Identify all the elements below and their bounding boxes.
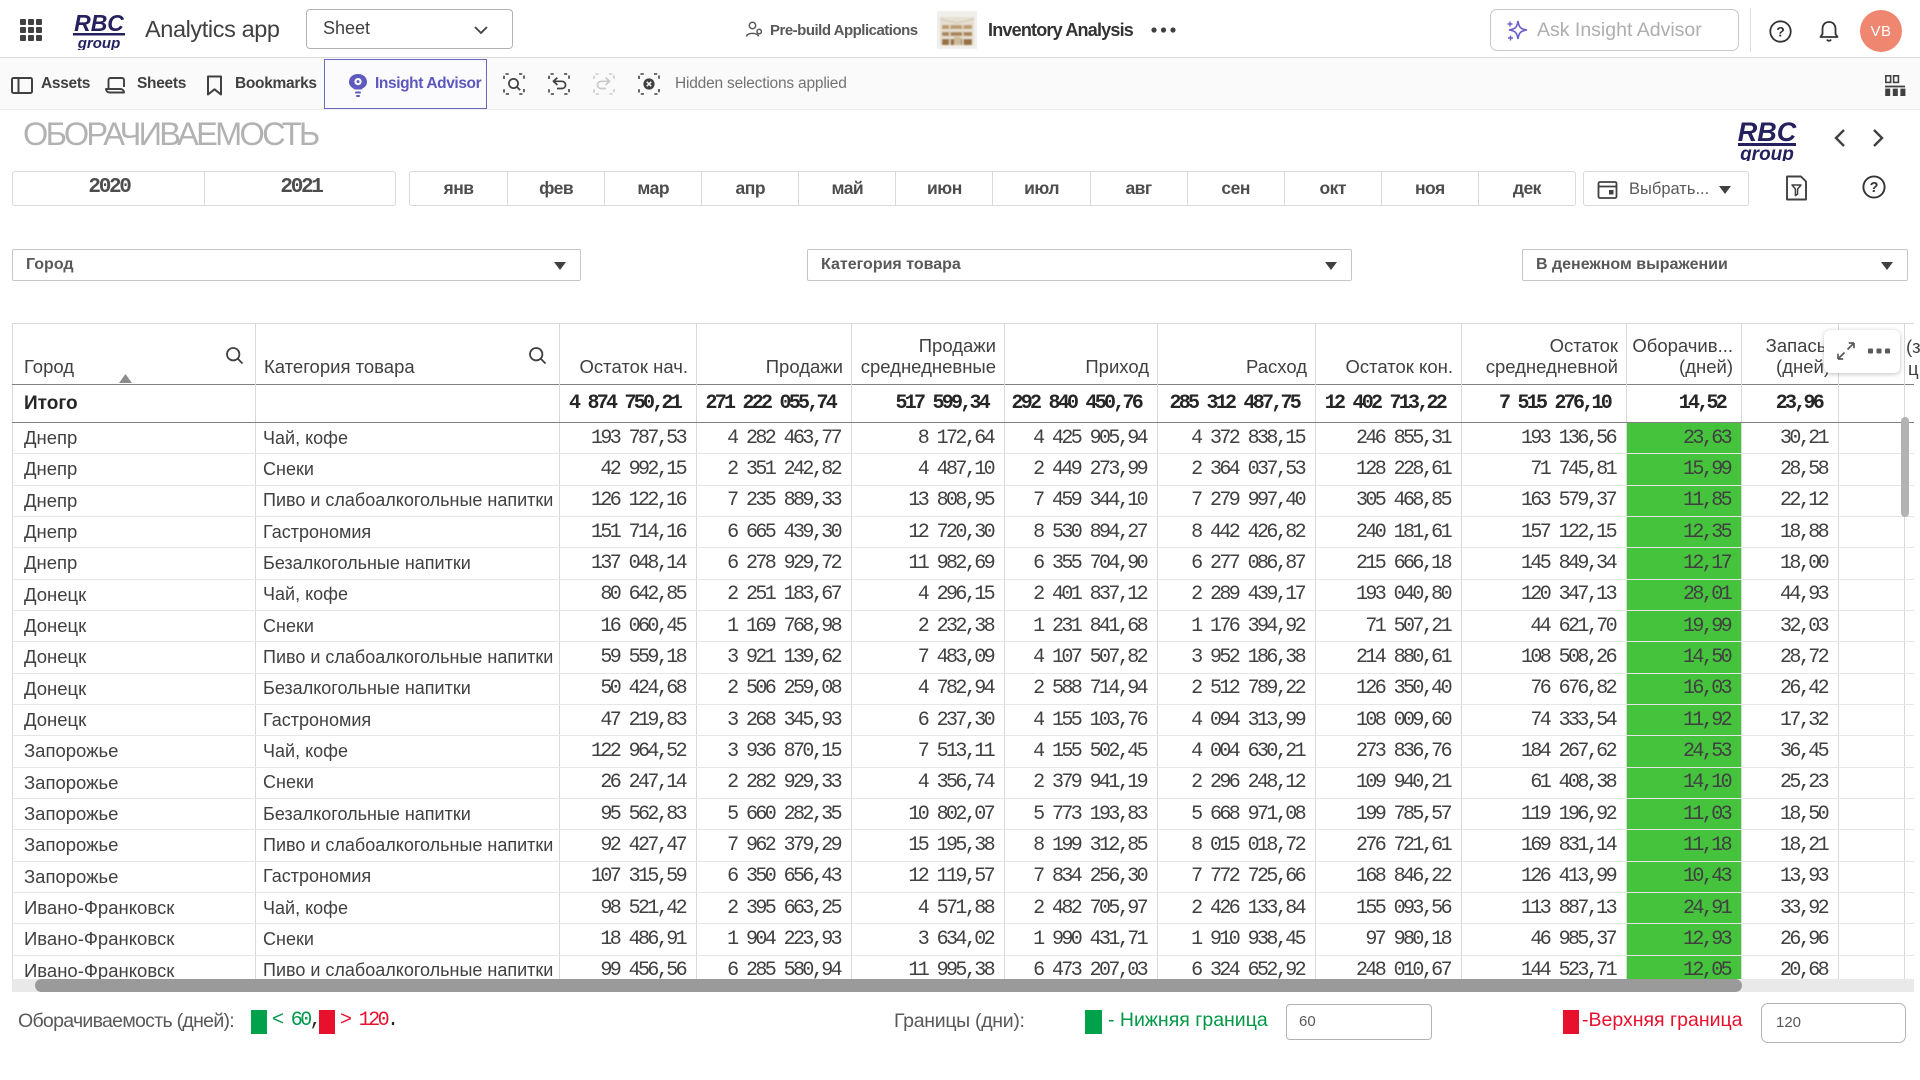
svg-text:group: group: [77, 35, 121, 50]
svg-text:RBC: RBC: [74, 10, 124, 36]
svg-text:?: ?: [1776, 24, 1785, 40]
svg-text:group: group: [1739, 144, 1794, 161]
svg-text:RBC: RBC: [1738, 117, 1797, 147]
svg-text:?: ?: [1870, 180, 1879, 196]
